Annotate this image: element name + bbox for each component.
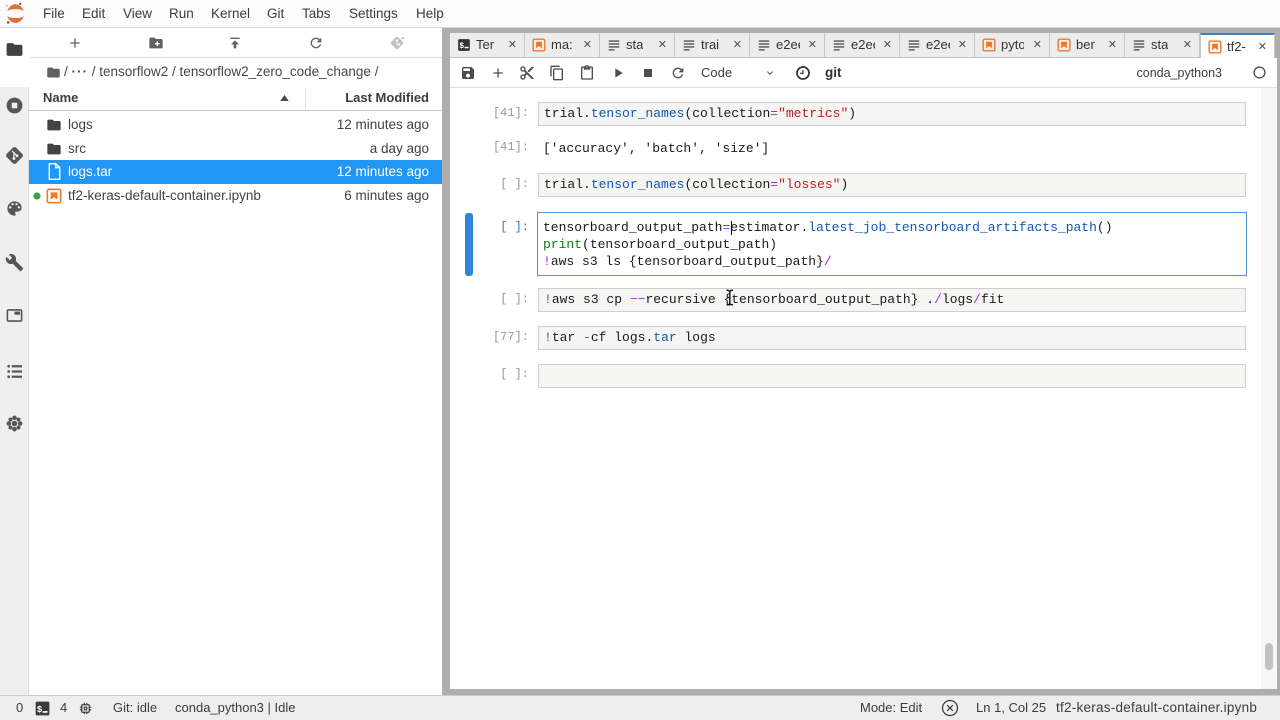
svg-text:$: $ [37,703,43,714]
svg-text:$: $ [459,42,464,51]
